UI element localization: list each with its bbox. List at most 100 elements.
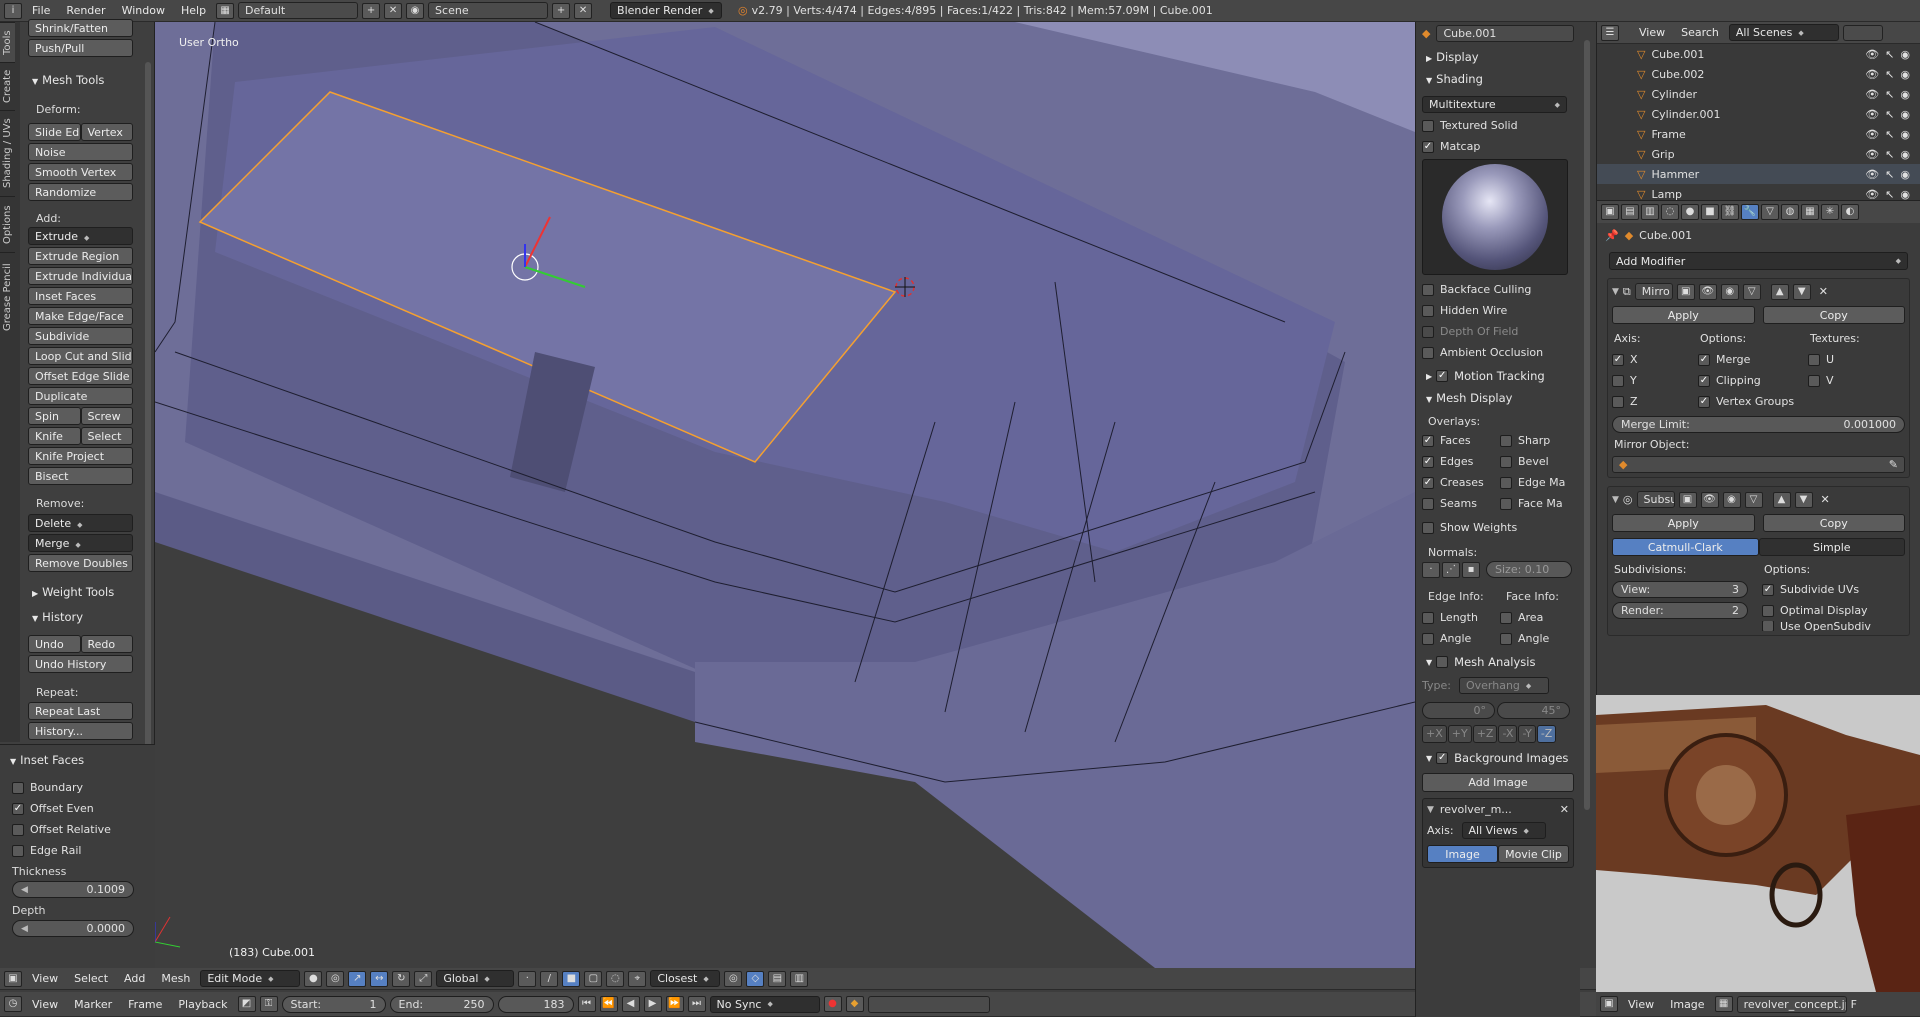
decrement-icon[interactable]: ◀ <box>21 924 28 934</box>
noise-button[interactable]: Noise <box>28 143 133 161</box>
bg-images-header[interactable]: Background Images <box>1422 743 1574 773</box>
snap-align-icon[interactable]: ◇ <box>746 970 765 987</box>
face-marks-box[interactable] <box>1500 497 1512 510</box>
ao-box[interactable] <box>1422 346 1434 359</box>
tab-options[interactable]: Options <box>0 196 15 252</box>
inset-faces-button[interactable]: Inset Faces <box>28 287 133 305</box>
knife-select-button[interactable]: Select <box>80 427 133 445</box>
mirror-up-icon[interactable]: ▲ <box>1770 283 1789 300</box>
textured-solid-box[interactable] <box>1422 119 1434 132</box>
catmull-clark-tab[interactable]: Catmull-Clark <box>1612 538 1759 556</box>
edge-angle-box[interactable] <box>1422 632 1434 645</box>
screw-button[interactable]: Screw <box>80 407 133 425</box>
pin-icon[interactable]: 📌 <box>1605 229 1619 242</box>
show-weights-box[interactable] <box>1422 521 1434 534</box>
randomize-button[interactable]: Randomize <box>28 183 133 201</box>
outliner-editor-icon[interactable]: ☰ <box>1601 24 1619 41</box>
merge-limit-field[interactable]: Merge Limit: 0.001000 <box>1612 416 1905 433</box>
select-arrow-icon[interactable]: ↖ <box>1885 48 1894 61</box>
add-image-button[interactable]: Add Image <box>1422 773 1574 792</box>
eyedropper-icon[interactable]: ✎ <box>1889 458 1898 471</box>
visibility-eye-icon[interactable]: 👁 <box>1865 148 1879 161</box>
mesh-tools-header[interactable]: Mesh Tools <box>28 70 108 90</box>
material-tab-icon[interactable]: ◍ <box>1781 204 1799 220</box>
duplicate-button[interactable]: Duplicate <box>28 387 133 405</box>
subsurf-copy-button[interactable]: Copy <box>1762 514 1905 532</box>
subdivide-uvs-checkbox[interactable]: Subdivide UVs <box>1762 579 1871 600</box>
select-arrow-icon[interactable]: ↖ <box>1885 188 1894 201</box>
texture-v-checkbox[interactable]: V <box>1808 370 1862 391</box>
sync-dropdown[interactable]: No Sync <box>709 995 820 1013</box>
jump-start-icon[interactable]: ⏮ <box>577 996 596 1012</box>
start-frame-field[interactable]: Start: 1 <box>281 995 386 1013</box>
outliner-item[interactable]: ▽ Cube.002 👁 ↖ ◉ <box>1597 64 1920 84</box>
texture-u-box[interactable] <box>1808 353 1820 366</box>
history-header[interactable]: History <box>28 607 87 627</box>
mirror-object-field[interactable]: ◆ ✎ <box>1612 456 1905 473</box>
spin-button[interactable]: Spin <box>28 407 81 425</box>
clock-icon[interactable]: ◷ <box>4 996 22 1012</box>
render-camera-icon[interactable]: ◉ <box>1900 148 1910 161</box>
keying-icon[interactable]: ◆ <box>845 996 864 1012</box>
opengl-anim-icon[interactable]: ▥ <box>790 970 809 987</box>
opensubdiv-box[interactable] <box>1762 621 1774 631</box>
display-header[interactable]: Display <box>1422 44 1574 68</box>
remove-scene-icon[interactable]: ✕ <box>574 2 593 19</box>
mirror-editmode-icon[interactable]: ▣ <box>1676 283 1695 300</box>
mirror-z-checkbox[interactable]: Z <box>1612 391 1698 412</box>
info-icon[interactable]: i <box>4 2 22 19</box>
image-editor-type-icon[interactable]: ▣ <box>1600 996 1618 1012</box>
clipping-checkbox[interactable]: Clipping <box>1698 370 1808 391</box>
menu-render[interactable]: Render <box>60 4 111 17</box>
menu-help[interactable]: Help <box>175 4 212 17</box>
occlude-icon[interactable]: ▢ <box>584 970 603 987</box>
bg-axis-dropdown[interactable]: All Views <box>1461 822 1546 839</box>
smooth-vertex-button[interactable]: Smooth Vertex <box>28 163 133 181</box>
split-normals-icon[interactable]: ⋰ <box>1442 561 1460 578</box>
bg-expand-icon[interactable]: ▼ <box>1427 805 1434 815</box>
snap-mode-dropdown[interactable]: Closest <box>650 970 721 987</box>
merge-dropdown[interactable]: Merge <box>28 534 133 552</box>
subsurf-remove-icon[interactable]: ✕ <box>1821 493 1830 506</box>
subsurf-cage-icon[interactable]: ▽ <box>1744 491 1763 508</box>
mesh-canvas[interactable] <box>155 22 1415 968</box>
subsurf-render-icon[interactable]: ◉ <box>1722 491 1741 508</box>
select-arrow-icon[interactable]: ↖ <box>1885 88 1894 101</box>
render-camera-icon[interactable]: ◉ <box>1900 48 1910 61</box>
subsurf-collapse-icon[interactable]: ▼ <box>1612 495 1619 505</box>
timeline-menu-marker[interactable]: Marker <box>68 998 118 1011</box>
edges-overlay[interactable]: Edges <box>1422 451 1500 472</box>
knife-project-button[interactable]: Knife Project <box>28 447 133 465</box>
image-filename-field[interactable]: revolver_concept.jp... <box>1736 995 1847 1013</box>
length-checkbox[interactable]: Length <box>1422 607 1500 628</box>
mirror-down-icon[interactable]: ▼ <box>1792 283 1811 300</box>
render-camera-icon[interactable]: ◉ <box>1900 168 1910 181</box>
sidebar-scrollbar[interactable] <box>1584 40 1590 810</box>
seams-overlay[interactable]: Seams <box>1422 493 1500 514</box>
3d-viewport[interactable]: User Ortho (183) Cube.001 <box>155 22 1415 968</box>
vertex-normals-icon[interactable]: · <box>1422 561 1440 578</box>
add-layout-icon[interactable]: + <box>362 2 381 19</box>
subsurf-name-field[interactable]: Subsu <box>1636 491 1675 508</box>
fake-user-toggle[interactable]: F <box>1851 998 1857 1011</box>
render-camera-icon[interactable]: ◉ <box>1900 88 1910 101</box>
tab-tools[interactable]: Tools <box>0 22 15 62</box>
extrude-dropdown[interactable]: Extrude <box>28 227 133 245</box>
textured-solid-checkbox[interactable]: Textured Solid <box>1422 115 1574 136</box>
keying-set-field[interactable] <box>867 995 990 1013</box>
bg-tab-image[interactable]: Image <box>1427 845 1498 863</box>
boundary-checkbox[interactable]: Boundary <box>12 777 143 798</box>
visibility-eye-icon[interactable]: 👁 <box>1865 48 1879 61</box>
pivot-icon[interactable]: ◎ <box>326 970 345 987</box>
undo-button[interactable]: Undo <box>28 635 81 653</box>
vertex-slide-button[interactable]: Vertex <box>80 123 133 141</box>
mode-dropdown[interactable]: Edit Mode <box>200 970 301 987</box>
current-frame-field[interactable]: 183 <box>497 995 574 1013</box>
bg-images-box[interactable] <box>1436 752 1449 764</box>
properties-editor-icon[interactable]: ▣ <box>1601 204 1619 220</box>
subsurf-render-field[interactable]: Render: 2 <box>1612 602 1748 619</box>
vertex-groups-checkbox[interactable]: Vertex Groups <box>1698 391 1808 412</box>
offset-even-checkbox[interactable]: Offset Even <box>12 798 143 819</box>
proportional-icon[interactable]: ◌ <box>606 970 625 987</box>
subsurf-editmode-icon[interactable]: ▣ <box>1678 491 1697 508</box>
